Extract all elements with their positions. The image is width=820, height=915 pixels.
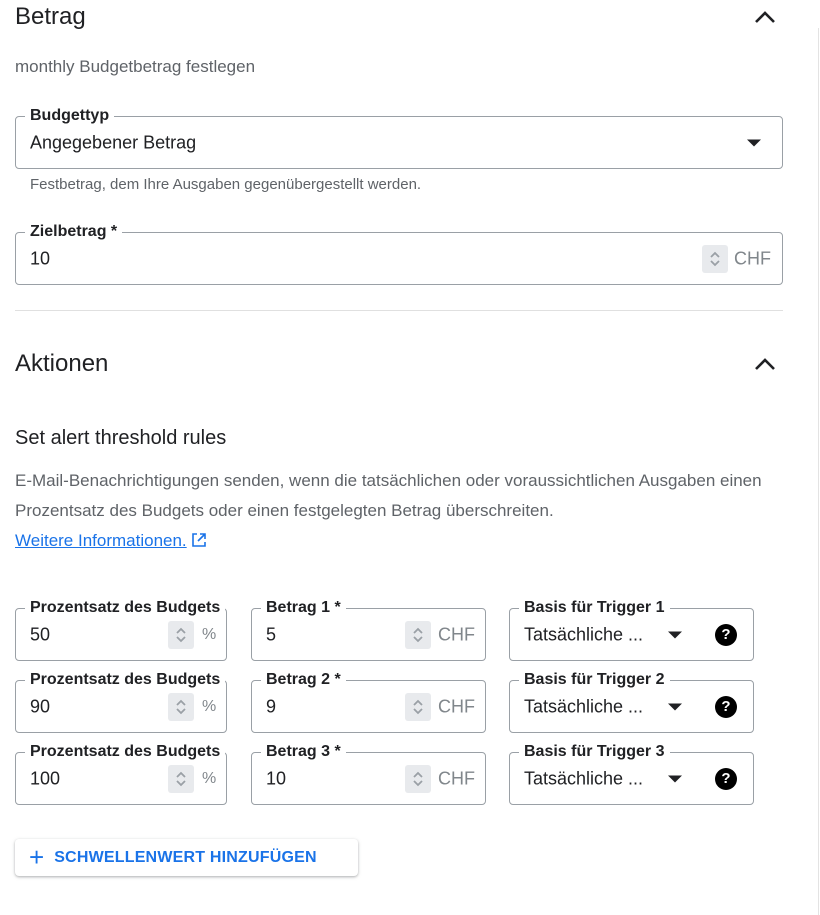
help-icon[interactable]: ? (715, 623, 737, 646)
chevron-up-icon (755, 11, 775, 23)
scrollbar-track[interactable] (818, 28, 819, 915)
amount-field[interactable]: Betrag 2 * 9 CHF (251, 670, 486, 733)
trigger-basis-select[interactable]: Basis für Trigger 1 Tatsächliche ...? (509, 598, 754, 661)
percent-unit: % (202, 769, 217, 787)
percent-input[interactable]: 100 (30, 768, 60, 789)
percent-stepper[interactable] (168, 692, 194, 721)
percent-field[interactable]: Prozentsatz des Budgets 90% (15, 670, 227, 733)
amount-input[interactable]: 9 (266, 696, 276, 717)
plus-icon: + (29, 841, 45, 872)
budget-type-hint: Festbetrag, dem Ihre Ausgaben gegenüberg… (30, 176, 422, 193)
threshold-description: E-Mail-Benachrichtigungen senden, wenn d… (15, 466, 805, 556)
threshold-description-text: E-Mail-Benachrichtigungen senden, wenn d… (15, 471, 762, 520)
percent-unit: % (202, 697, 217, 715)
actions-section-title: Aktionen (15, 350, 109, 377)
unfold-icon (413, 627, 423, 642)
trigger-basis-value: Tatsächliche ... (524, 696, 644, 716)
arrow-drop-down-icon (668, 631, 682, 638)
unfold-icon (176, 627, 186, 642)
open-in-new-icon (191, 533, 206, 547)
percent-stepper[interactable] (168, 764, 194, 793)
amount-label: Betrag 1 * (261, 598, 346, 618)
percent-stepper[interactable] (168, 620, 194, 649)
arrow-drop-down-icon (668, 775, 682, 782)
target-amount-stepper[interactable] (702, 244, 728, 273)
trigger-basis-value: Tatsächliche ... (524, 768, 644, 788)
percent-input[interactable]: 50 (30, 624, 50, 645)
unfold-icon (176, 771, 186, 786)
actions-section-header: Aktionen (15, 344, 785, 384)
unfold-icon (413, 771, 423, 786)
amount-field[interactable]: Betrag 1 * 5 CHF (251, 598, 486, 661)
learn-more-link[interactable]: Weitere Informationen. (15, 531, 207, 550)
target-amount-unit: CHF (734, 248, 771, 268)
collapse-actions-button[interactable] (747, 346, 783, 382)
chevron-up-icon (755, 358, 775, 370)
unfold-icon (710, 251, 720, 266)
amount-label: Betrag 3 * (261, 742, 346, 762)
percent-label: Prozentsatz des Budgets (25, 670, 226, 690)
target-amount-label: Zielbetrag * (25, 222, 123, 242)
amount-stepper[interactable] (405, 692, 431, 721)
budget-type-value: Angegebener Betrag (30, 132, 197, 152)
percent-label: Prozentsatz des Budgets (25, 598, 226, 618)
add-threshold-button[interactable]: + SCHWELLENWERT HINZUFÜGEN (15, 839, 358, 876)
arrow-drop-down-icon (668, 703, 682, 710)
amount-input[interactable]: 5 (266, 624, 276, 645)
trigger-basis-label: Basis für Trigger 3 (519, 742, 670, 762)
amount-label: Betrag 2 * (261, 670, 346, 690)
learn-more-link-text: Weitere Informationen. (15, 531, 187, 550)
amount-stepper[interactable] (405, 620, 431, 649)
trigger-basis-label: Basis für Trigger 2 (519, 670, 670, 690)
percent-field[interactable]: Prozentsatz des Budgets 50% (15, 598, 227, 661)
threshold-rules-title: Set alert threshold rules (15, 427, 227, 449)
collapse-amount-button[interactable] (747, 0, 783, 35)
trigger-basis-label: Basis für Trigger 1 (519, 598, 670, 618)
section-divider (15, 310, 783, 311)
amount-section-header: Betrag (15, 0, 785, 37)
target-amount-input[interactable]: 10 (30, 248, 50, 269)
percent-label: Prozentsatz des Budgets (25, 742, 226, 762)
trigger-basis-select[interactable]: Basis für Trigger 3 Tatsächliche ...? (509, 742, 754, 805)
help-icon[interactable]: ? (715, 767, 737, 790)
unfold-icon (176, 699, 186, 714)
amount-subtitle: monthly Budgetbetrag festlegen (15, 57, 256, 76)
amount-unit: CHF (438, 624, 475, 644)
amount-stepper[interactable] (405, 764, 431, 793)
amount-field[interactable]: Betrag 3 * 10 CHF (251, 742, 486, 805)
percent-field[interactable]: Prozentsatz des Budgets 100% (15, 742, 227, 805)
budget-type-select[interactable]: Budgettyp Angegebener Betrag (15, 106, 783, 169)
trigger-basis-value: Tatsächliche ... (524, 624, 644, 644)
budget-type-label: Budgettyp (25, 106, 115, 126)
add-threshold-label: SCHWELLENWERT HINZUFÜGEN (54, 848, 317, 866)
percent-unit: % (202, 625, 217, 643)
target-amount-field[interactable]: Zielbetrag * 10 CHF (15, 222, 783, 285)
amount-section-title: Betrag (15, 3, 86, 30)
amount-input[interactable]: 10 (266, 768, 286, 789)
help-icon[interactable]: ? (715, 695, 737, 718)
unfold-icon (413, 699, 423, 714)
arrow-drop-down-icon (747, 139, 761, 146)
amount-unit: CHF (438, 696, 475, 716)
percent-input[interactable]: 90 (30, 696, 50, 717)
trigger-basis-select[interactable]: Basis für Trigger 2 Tatsächliche ...? (509, 670, 754, 733)
amount-unit: CHF (438, 768, 475, 788)
